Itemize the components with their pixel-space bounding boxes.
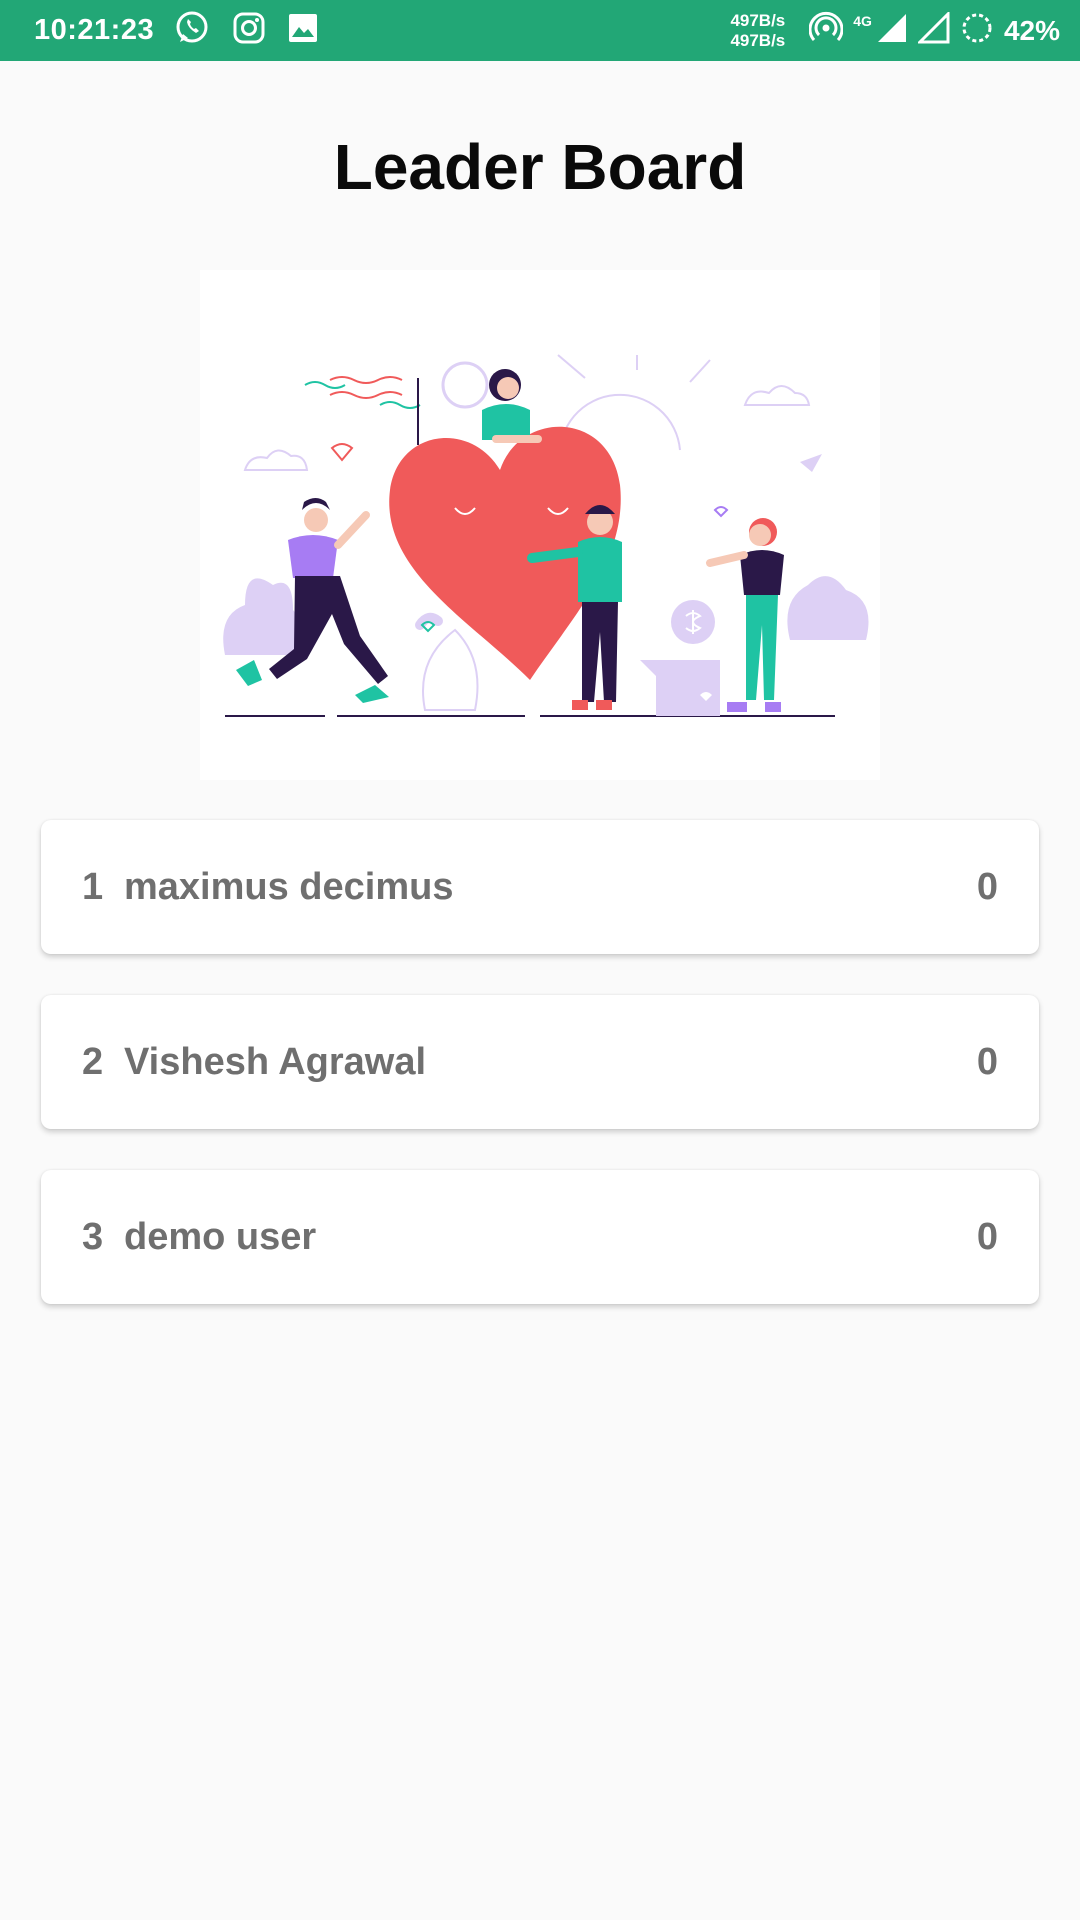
- entry-score: 0: [976, 1040, 998, 1083]
- battery-saver-icon: [960, 11, 994, 50]
- entry-score: 0: [976, 865, 998, 908]
- entry-name: demo user: [124, 1215, 317, 1258]
- battery-percent: 42%: [1003, 14, 1060, 46]
- network-type: 4G: [853, 12, 872, 29]
- notification-icons: [174, 10, 318, 51]
- whatsapp-icon: [174, 10, 210, 51]
- entry-rank: 3: [82, 1215, 104, 1258]
- gallery-icon: [288, 13, 318, 48]
- page-title: Leader Board: [333, 131, 747, 203]
- status-indicators: 497B/s 497B/s 4G 42%: [730, 10, 1060, 51]
- speed-up-text: 497B/s: [730, 10, 786, 30]
- signal-4g-icon: [876, 12, 908, 49]
- leaderboard-entry-3[interactable]: 3 demo user 0: [41, 1170, 1039, 1304]
- entry-name: Vishesh Agrawal: [124, 1040, 427, 1083]
- leaderboard-entry-1[interactable]: 1 maximus decimus 0: [41, 820, 1039, 954]
- entry-rank: 1: [82, 865, 104, 908]
- status-time: 10:21:23: [34, 14, 155, 46]
- entry-rank: 2: [82, 1040, 104, 1083]
- network-speed: 497B/s 497B/s: [730, 11, 785, 51]
- instagram-icon: [232, 11, 266, 50]
- heart-people-illustration: [200, 270, 880, 780]
- entry-score: 0: [976, 1215, 998, 1258]
- status-bar: 10:21:23 497B/s 497B/s 4G 42%: [0, 0, 1080, 61]
- leaderboard-entry-2[interactable]: 2 Vishesh Agrawal 0: [41, 995, 1039, 1129]
- signal-icon: [916, 10, 950, 49]
- speed-down-text: 497B/s: [730, 30, 786, 50]
- entry-name: maximus decimus: [124, 865, 454, 908]
- hotspot-icon: [808, 11, 844, 50]
